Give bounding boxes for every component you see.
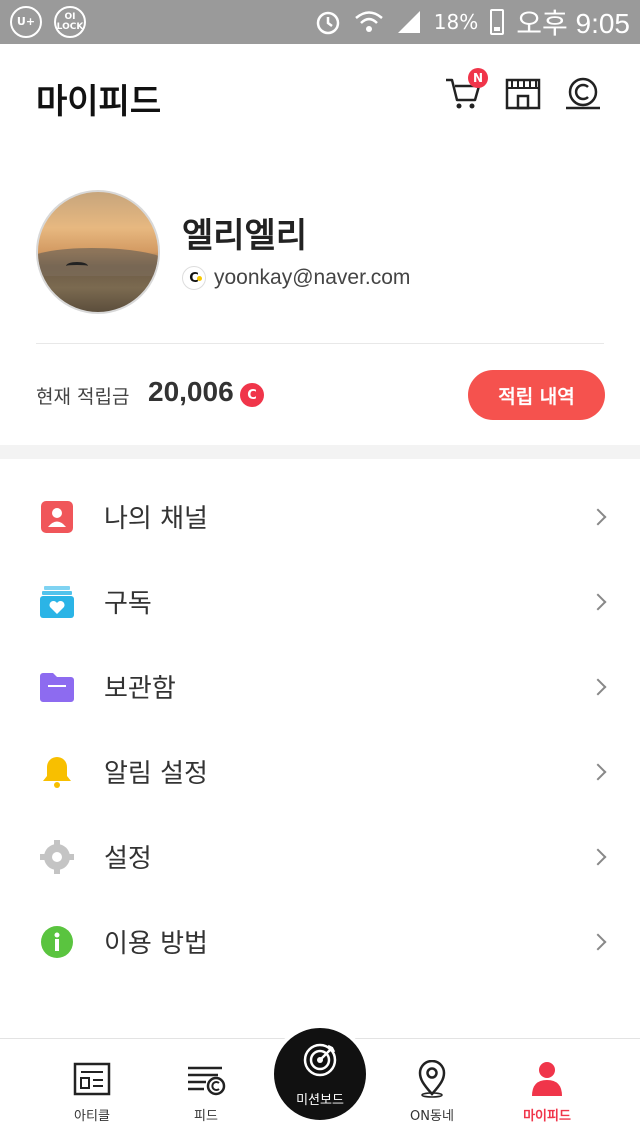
cart-button[interactable]: N (444, 68, 488, 114)
chevron-right-icon (589, 763, 607, 780)
chevron-right-icon (589, 678, 607, 695)
menu-item-my-channel[interactable]: 나의 채널 (0, 474, 640, 559)
menu-item-notification-settings[interactable]: 알림 설정 (0, 729, 640, 814)
article-icon (72, 1059, 112, 1099)
clock: 오후 9:05 (516, 8, 630, 39)
menu-label: 구독 (104, 589, 152, 619)
wifi-icon (354, 11, 383, 32)
oi-lock-icon: OI LOCK (54, 6, 86, 38)
point-coin-icon: C (240, 383, 264, 407)
chevron-right-icon (589, 848, 607, 865)
subscribe-heart-icon (40, 585, 74, 619)
login-provider-icon: C (182, 266, 206, 290)
chevron-right-icon (589, 933, 607, 950)
section-divider (0, 445, 640, 459)
account-email: yoonkay@naver.com (214, 266, 411, 289)
menu-label: 이용 방법 (104, 929, 208, 959)
feed-icon (186, 1059, 226, 1099)
location-pin-icon (412, 1059, 452, 1099)
menu-item-storage[interactable]: 보관함 (0, 644, 640, 729)
uplus-icon: U+ (10, 6, 42, 38)
nav-label: 피드 (194, 1109, 218, 1124)
chevron-right-icon (589, 508, 607, 525)
nav-label: ON동네 (410, 1109, 454, 1124)
menu-item-subscribe[interactable]: 구독 (0, 559, 640, 644)
menu-list: 나의 채널 구독 보관함 알림 설정 설정 이용 방법 (0, 474, 640, 984)
bell-icon (40, 755, 74, 789)
menu-label: 알림 설정 (104, 759, 208, 789)
status-bar: U+ OI LOCK 18% 오후 9:05 (0, 0, 640, 44)
nav-feed[interactable]: 피드 (156, 1039, 256, 1138)
app-header: 마이피드 N (0, 44, 640, 144)
menu-label: 설정 (104, 844, 152, 874)
points-label: 현재 적립금 (36, 386, 130, 408)
nav-label: 마이피드 (523, 1109, 571, 1124)
profile-name: 엘리엘리 (182, 216, 308, 256)
points-history-button[interactable]: 적립 내역 (468, 370, 605, 420)
folder-icon (40, 670, 74, 704)
nav-article[interactable]: 아티클 (42, 1039, 142, 1138)
chevron-right-icon (589, 593, 607, 610)
account-row: C yoonkay@naver.com (182, 266, 410, 290)
battery-icon (490, 9, 505, 35)
menu-label: 나의 채널 (104, 504, 208, 534)
info-icon (40, 925, 74, 959)
coin-button[interactable] (564, 74, 604, 114)
nav-on-neighborhood[interactable]: ON동네 (382, 1039, 482, 1138)
nav-my-feed[interactable]: 마이피드 (497, 1039, 597, 1138)
battery-percent: 18% (433, 10, 479, 34)
menu-label: 보관함 (104, 674, 176, 704)
page-title: 마이피드 (36, 82, 162, 122)
store-icon (505, 78, 541, 110)
nav-mission-board[interactable]: 미션보드 (270, 1024, 370, 1124)
new-badge: N (468, 68, 488, 88)
alarm-icon (316, 11, 339, 35)
nav-label: 미션보드 (296, 1092, 344, 1108)
target-icon (301, 1041, 339, 1083)
nav-label: 아티클 (74, 1109, 110, 1124)
coin-icon (566, 77, 600, 110)
store-button[interactable] (504, 74, 544, 114)
points-value: 20,006 (148, 376, 234, 407)
menu-item-how-to-use[interactable]: 이용 방법 (0, 899, 640, 984)
menu-item-settings[interactable]: 설정 (0, 814, 640, 899)
user-card-icon (40, 500, 74, 534)
person-icon (527, 1059, 567, 1099)
avatar[interactable] (36, 190, 160, 314)
signal-icon (397, 11, 420, 33)
gear-icon (40, 839, 74, 874)
divider (36, 343, 604, 344)
